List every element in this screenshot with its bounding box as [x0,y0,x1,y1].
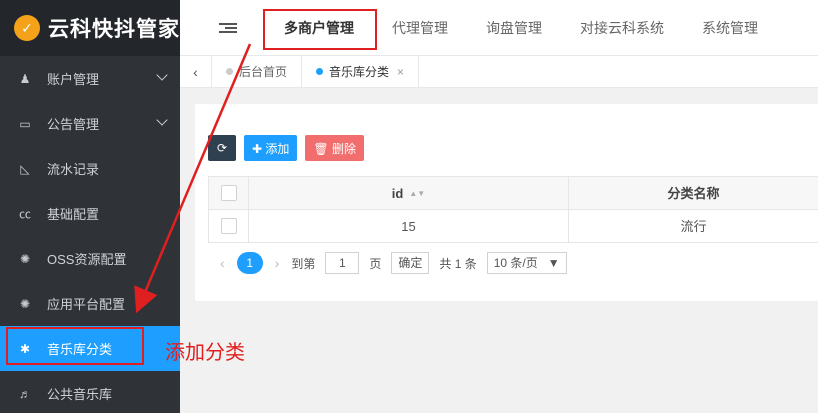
annotation-arrow [134,43,252,314]
